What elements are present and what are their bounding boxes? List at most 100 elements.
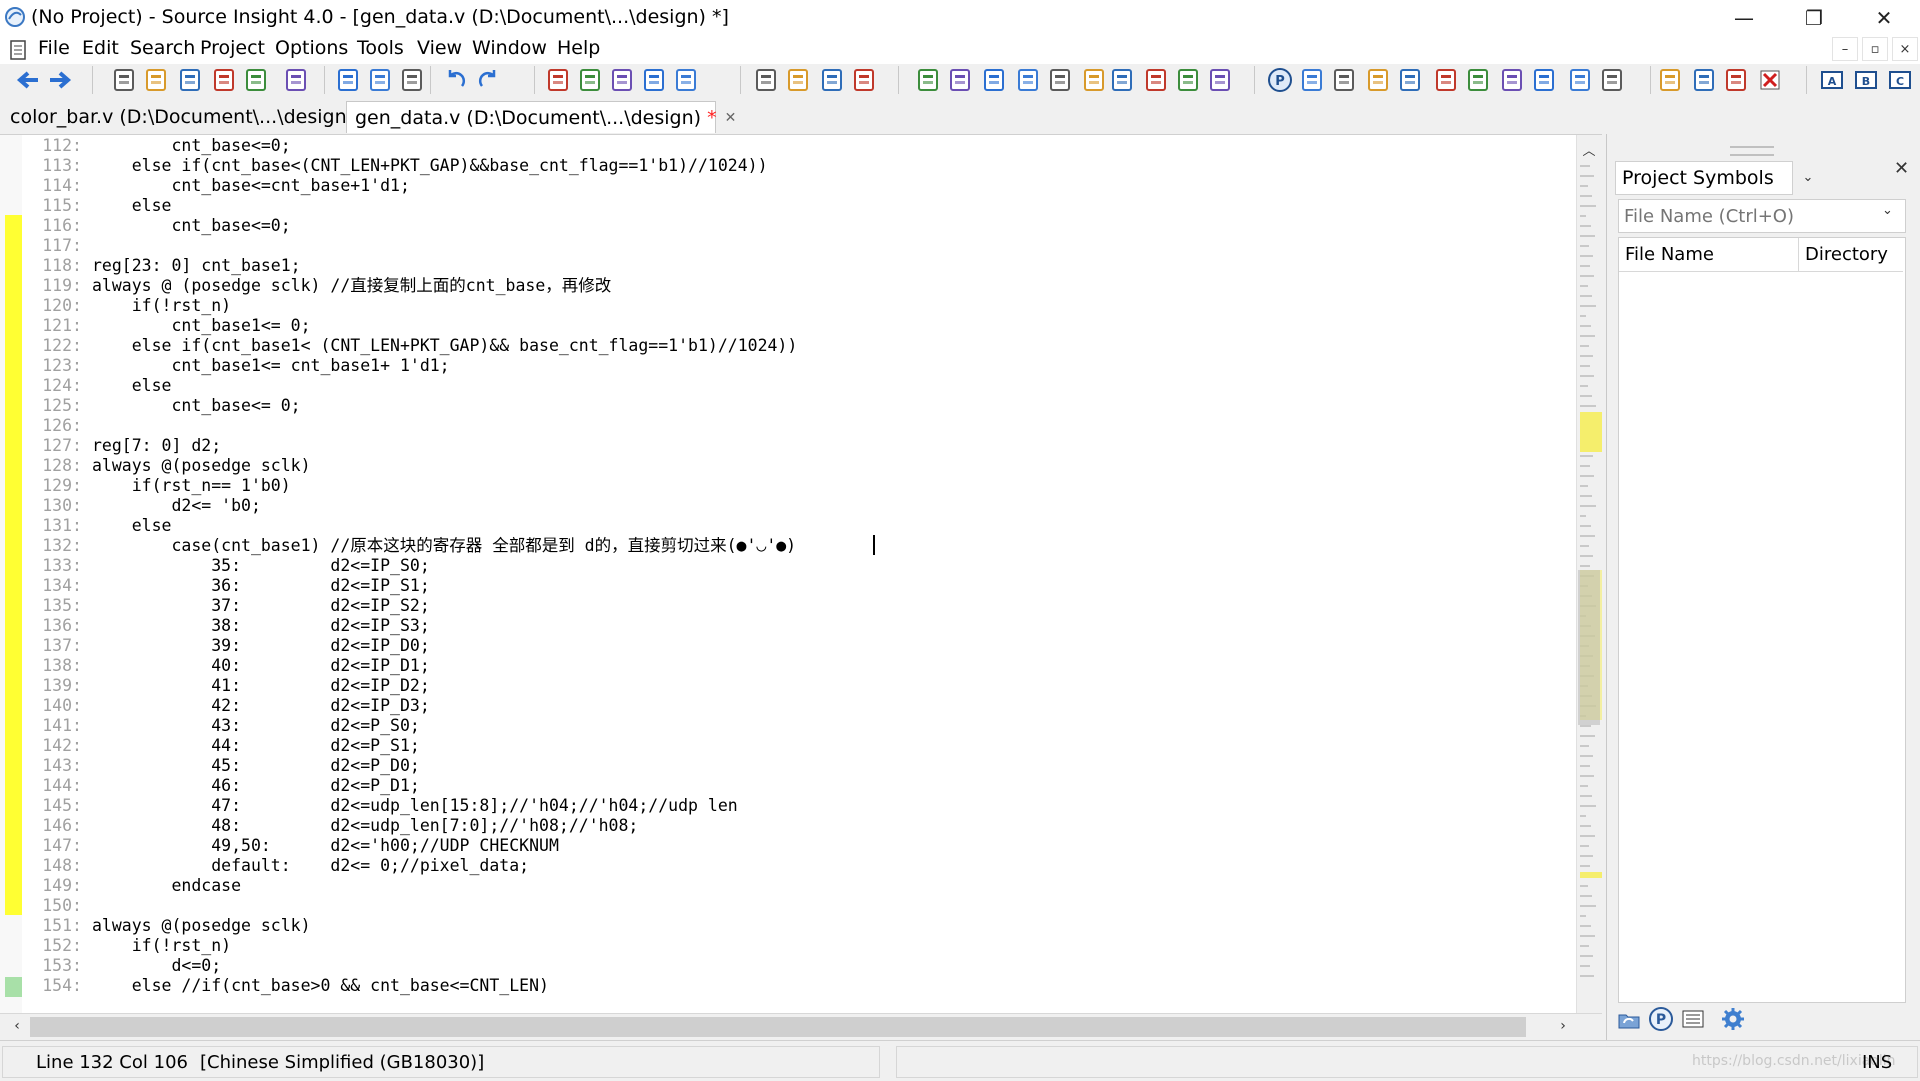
horizontal-scroll-thumb[interactable] [30, 1017, 1526, 1037]
relation-icon[interactable] [1046, 66, 1074, 94]
symbol-window-icon[interactable] [946, 66, 974, 94]
script-r-icon[interactable] [1080, 66, 1108, 94]
project-icon[interactable]: P [1266, 66, 1294, 94]
code-line[interactable]: 141: 43: d2<=P_S0; [24, 716, 420, 736]
column-header-file-name[interactable]: File Name [1619, 238, 1799, 272]
bird-icon[interactable] [1530, 66, 1558, 94]
book-icon[interactable] [980, 66, 1008, 94]
code-line[interactable]: 154: else //if(cnt_base>0 && cnt_base<=C… [24, 976, 549, 996]
menu-project[interactable]: Project [200, 37, 265, 59]
code-line[interactable]: 121: cnt_base1<= 0; [24, 316, 310, 336]
replace-icon[interactable] [640, 66, 668, 94]
resize-icon[interactable] [1298, 66, 1326, 94]
code-line[interactable]: 128: always @(posedge sclk) [24, 456, 310, 476]
code-line[interactable]: 143: 45: d2<=P_D0; [24, 756, 420, 776]
code-line[interactable]: 125: cnt_base<= 0; [24, 396, 300, 416]
code-line[interactable]: 122: else if(cnt_base1< (CNT_LEN+PKT_GAP… [24, 336, 797, 356]
code-line[interactable]: 117: [24, 236, 92, 256]
panel-dropdown-icon[interactable]: ⌄ [1793, 161, 1823, 193]
code-line[interactable]: 134: 36: d2<=IP_S1; [24, 576, 430, 596]
code-line[interactable]: 152: if(!rst_n) [24, 936, 231, 956]
bookmark-next-icon[interactable] [784, 66, 812, 94]
branch-icon[interactable] [1396, 66, 1424, 94]
add-row-icon[interactable] [1690, 66, 1718, 94]
code-line[interactable]: 133: 35: d2<=IP_S0; [24, 556, 430, 576]
save-icon[interactable] [176, 66, 204, 94]
code-line[interactable]: 150: [24, 896, 92, 916]
code-line[interactable]: 146: 48: d2<=udp_len[7:0];//'h08;//'h08; [24, 816, 638, 836]
panel-close-icon[interactable]: ✕ [1894, 158, 1909, 179]
mdi-close-button[interactable]: × [1892, 37, 1918, 61]
scroll-up-arrow-icon[interactable]: ︿ [1576, 138, 1602, 160]
gear-icon[interactable] [1720, 1006, 1746, 1032]
menu-tools[interactable]: Tools [357, 37, 404, 59]
print-icon[interactable] [282, 66, 310, 94]
code-line[interactable]: 153: d<=0; [24, 956, 221, 976]
code-line[interactable]: 131: else [24, 516, 171, 536]
help-icon[interactable] [1432, 66, 1460, 94]
redo-icon[interactable] [474, 66, 502, 94]
browse-icon[interactable] [914, 66, 942, 94]
bookmark-prev-icon[interactable] [752, 66, 780, 94]
column-header-directory[interactable]: Directory [1799, 238, 1903, 272]
code-line[interactable]: 135: 37: d2<=IP_S2; [24, 596, 430, 616]
find-icon[interactable] [544, 66, 572, 94]
copy-icon[interactable] [366, 66, 394, 94]
restore-button[interactable]: ❐ [1786, 0, 1842, 36]
code-line[interactable]: 147: 49,50: d2<='h00;//UDP CHECKNUM [24, 836, 559, 856]
code-line[interactable]: 124: else [24, 376, 171, 396]
undo-icon[interactable] [442, 66, 470, 94]
save-all-icon[interactable] [242, 66, 270, 94]
toggle-a-icon[interactable]: A [1818, 66, 1846, 94]
code-line[interactable]: 126: [24, 416, 92, 436]
scroll-thumb[interactable] [1578, 570, 1600, 725]
panel-drag-grip[interactable] [1730, 146, 1774, 156]
save-as-icon[interactable] [210, 66, 238, 94]
remove-row-icon[interactable] [1722, 66, 1750, 94]
forward-icon[interactable] [46, 66, 74, 94]
code-line[interactable]: 148: default: d2<= 0;//pixel_data; [24, 856, 529, 876]
menu-help[interactable]: Help [557, 37, 600, 59]
code-line[interactable]: 115: else [24, 196, 171, 216]
filter-dropdown-icon[interactable]: ⌄ [1882, 203, 1893, 218]
new-file-icon[interactable] [110, 66, 138, 94]
panel-title-box[interactable]: Project Symbols [1615, 161, 1793, 195]
sync-icon[interactable] [1364, 66, 1392, 94]
code-line[interactable]: 114: cnt_base<=cnt_base+1'd1; [24, 176, 410, 196]
close-button[interactable]: ✕ [1856, 0, 1912, 36]
jump-down-icon[interactable] [608, 66, 636, 94]
code-line[interactable]: 113: else if(cnt_base<(CNT_LEN+PKT_GAP)&… [24, 156, 767, 176]
file-name-search-input[interactable] [1622, 202, 1876, 230]
code-line[interactable]: 112: cnt_base<=0; [24, 136, 290, 156]
folder-sync-icon[interactable] [1616, 1006, 1642, 1032]
grid-icon[interactable] [1108, 66, 1136, 94]
code-line[interactable]: 137: 39: d2<=IP_D0; [24, 636, 430, 656]
code-line[interactable]: 119: always @ (posedge sclk) //直接复制上面的cnt… [24, 276, 611, 296]
menu-edit[interactable]: Edit [82, 37, 119, 59]
code-line[interactable]: 127: reg[7: 0] d2; [24, 436, 221, 456]
menu-file[interactable]: File [38, 37, 70, 59]
merge-icon[interactable] [1566, 66, 1594, 94]
jump-up-icon[interactable] [576, 66, 604, 94]
star-icon[interactable] [850, 66, 878, 94]
code-line[interactable]: 142: 44: d2<=P_S1; [24, 736, 420, 756]
windows-icon[interactable] [1206, 66, 1234, 94]
minimize-button[interactable]: — [1716, 0, 1772, 36]
horizontal-split-icon[interactable] [1142, 66, 1170, 94]
swap-xy-icon[interactable] [672, 66, 700, 94]
delete-icon[interactable] [1756, 66, 1784, 94]
outline-icon[interactable] [1330, 66, 1358, 94]
back-icon[interactable] [14, 66, 42, 94]
toggle-c-icon[interactable]: C [1886, 66, 1914, 94]
code-line[interactable]: 136: 38: d2<=IP_S3; [24, 616, 430, 636]
file-list[interactable] [1618, 237, 1906, 1003]
menu-window[interactable]: Window [472, 37, 547, 59]
tab-close-icon[interactable]: ✕ [725, 110, 737, 126]
cut-icon[interactable] [334, 66, 362, 94]
menu-options[interactable]: Options [275, 37, 348, 59]
code-line[interactable]: 130: d2<= 'b0; [24, 496, 261, 516]
indent-icon[interactable] [818, 66, 846, 94]
code-line[interactable]: 132: case(cnt_base1) //原本这块的寄存器 全部都是到 d的… [24, 536, 796, 556]
code-line[interactable]: 118: reg[23: 0] cnt_base1; [24, 256, 300, 276]
code-line[interactable]: 144: 46: d2<=P_D1; [24, 776, 420, 796]
